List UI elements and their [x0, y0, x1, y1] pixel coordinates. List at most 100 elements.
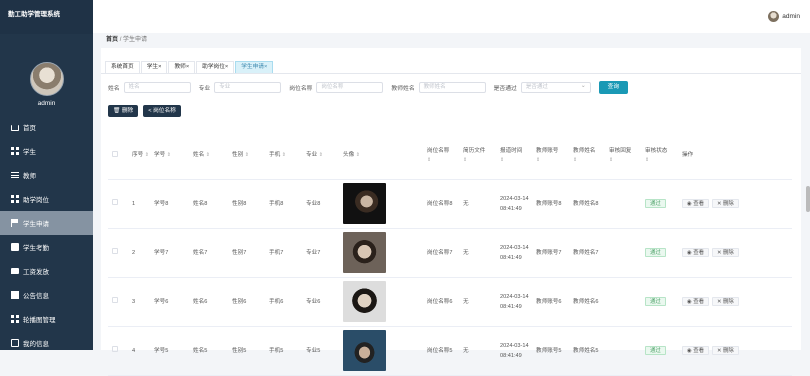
row-select-cell[interactable]: [108, 228, 128, 278]
select-all-checkbox[interactable]: [112, 150, 118, 157]
filter-bar: 姓名 姓名 专业 专业 岗位名称 岗位名称 教师姓名 教师姓名 是否通过 是否通…: [101, 76, 801, 98]
view-button[interactable]: ◉ 查看: [682, 345, 709, 355]
col-header[interactable]: 头像 ⇕: [339, 133, 423, 180]
home-icon: [11, 125, 19, 131]
action-bar: 🗑 删除 < 岗位名称: [101, 100, 801, 122]
pass-select[interactable]: 是否通过: [520, 81, 591, 93]
cell-name: 姓名7: [189, 228, 228, 278]
cell-student-id: 学号6: [150, 277, 189, 327]
delete-row-button[interactable]: ✕ 删除: [712, 345, 739, 355]
cell-post: 岗位名称7: [423, 228, 459, 278]
cell-time: 2024-03-14 08:41:49: [496, 179, 532, 229]
cell-phone: 手机8: [265, 179, 302, 229]
sidebar-item-teacher[interactable]: 教师: [0, 163, 93, 187]
cell-reply: [605, 277, 641, 327]
breadcrumb-home[interactable]: 首页: [106, 37, 118, 43]
row-checkbox[interactable]: [112, 198, 118, 205]
col-header[interactable]: 教师账号 ⇕: [532, 133, 569, 180]
sidebar-menu: 首页 学生 教师 助学岗位 学生申请 学生考勤 工资发放 公告信息 轮播图管理 …: [0, 115, 93, 355]
message-icon: [11, 268, 19, 274]
col-header[interactable]: 手机 ⇕: [265, 133, 302, 180]
topbar: admin: [93, 0, 810, 33]
cell-phone: 手机5: [265, 326, 302, 376]
table-header-row: 序号 ⇕ 学号 ⇕ 姓名 ⇕ 性别 ⇕ 手机 ⇕ 专业 ⇕ 头像 ⇕ 岗位名称 ⇕…: [108, 133, 792, 180]
cell-resume: 无: [459, 228, 496, 278]
student-photo[interactable]: [343, 232, 386, 273]
sidebar-item-student[interactable]: 学生: [0, 139, 93, 163]
student-photo[interactable]: [343, 183, 386, 224]
name-input[interactable]: 姓名: [123, 81, 191, 93]
cell-photo: [339, 228, 423, 278]
select-all-cell[interactable]: [108, 133, 128, 180]
col-header[interactable]: 报道时间 ⇕: [496, 133, 532, 180]
col-header[interactable]: 审核状态 ⇕: [641, 133, 678, 180]
sidebar-item-salary[interactable]: 工资发放: [0, 259, 93, 283]
status-badge: 通过: [645, 198, 666, 208]
tab-application[interactable]: 学生申请×: [235, 61, 274, 73]
row-checkbox[interactable]: [112, 345, 118, 352]
post-input[interactable]: 岗位名称: [316, 81, 384, 93]
cell-actions: ◉ 查看 ✕ 删除: [678, 179, 792, 229]
row-checkbox[interactable]: [112, 247, 118, 254]
cell-gender: 性别7: [228, 228, 265, 278]
sidebar-item-carousel[interactable]: 轮播图管理: [0, 307, 93, 331]
grid-icon: [11, 195, 19, 203]
cell-teacher-account: 教师账号7: [532, 228, 569, 278]
view-button[interactable]: ◉ 查看: [682, 247, 709, 257]
delete-row-button[interactable]: ✕ 删除: [712, 296, 739, 306]
col-header[interactable]: 岗位名称 ⇕: [423, 133, 459, 180]
col-header[interactable]: 简历文件 ⇕: [459, 133, 496, 180]
view-button[interactable]: ◉ 查看: [682, 296, 709, 306]
cell-teacher-account: 教师账号5: [532, 326, 569, 376]
teacher-label: 教师姓名: [391, 85, 415, 92]
delete-row-button[interactable]: ✕ 删除: [712, 247, 739, 257]
cell-resume: 无: [459, 179, 496, 229]
cell-reply: [605, 228, 641, 278]
col-header: 序号 ⇕: [128, 133, 150, 180]
tab-student[interactable]: 学生×: [140, 61, 168, 73]
cell-gender: 性别8: [228, 179, 265, 229]
tab-post[interactable]: 助学岗位×: [196, 61, 235, 73]
row-select-cell[interactable]: [108, 277, 128, 327]
col-header[interactable]: 教师姓名 ⇕: [569, 133, 605, 180]
sidebar: 勤工助学管理系统 admin 首页 学生 教师 助学岗位 学生申请 学生考勤 工…: [0, 0, 93, 350]
post-stat-button[interactable]: < 岗位名称: [143, 105, 181, 117]
student-photo[interactable]: [343, 281, 386, 322]
cell-major: 专业7: [302, 228, 339, 278]
tab-teacher[interactable]: 教师×: [168, 61, 196, 73]
teacher-input[interactable]: 教师姓名: [418, 81, 486, 93]
row-select-cell[interactable]: [108, 326, 128, 376]
cell-status: 通过: [641, 228, 678, 278]
cell-teacher-account: 教师账号6: [532, 277, 569, 327]
row-select-cell[interactable]: [108, 179, 128, 229]
view-button[interactable]: ◉ 查看: [682, 198, 709, 208]
col-header[interactable]: 审核回复 ⇕: [605, 133, 641, 180]
col-header[interactable]: 专业 ⇕: [302, 133, 339, 180]
delete-row-button[interactable]: ✕ 删除: [712, 198, 739, 208]
col-header[interactable]: 性别 ⇕: [228, 133, 265, 180]
cell-photo: [339, 179, 423, 229]
user-menu[interactable]: admin: [768, 11, 800, 22]
col-header[interactable]: 学号 ⇕: [150, 133, 189, 180]
sidebar-item-post[interactable]: 助学岗位: [0, 187, 93, 211]
breadcrumb: 首页 / 学生申请: [101, 33, 801, 48]
avatar[interactable]: [29, 62, 64, 96]
search-button[interactable]: 查询: [598, 80, 628, 94]
sidebar-item-application[interactable]: 学生申请: [0, 211, 93, 235]
cell-resume: 无: [459, 277, 496, 327]
delete-button[interactable]: 🗑 删除: [108, 105, 139, 117]
cell-time: 2024-03-14 08:41:49: [496, 228, 532, 278]
row-checkbox[interactable]: [112, 296, 118, 303]
sidebar-item-home[interactable]: 首页: [0, 115, 93, 139]
tab-home[interactable]: 系统首页: [105, 61, 140, 73]
sidebar-item-profile[interactable]: 我的信息: [0, 331, 93, 355]
sidebar-item-attendance[interactable]: 学生考勤: [0, 235, 93, 259]
student-photo[interactable]: [343, 330, 386, 371]
delete-label: 删除: [121, 108, 134, 114]
cell-actions: ◉ 查看 ✕ 删除: [678, 326, 792, 376]
sidebar-item-notice[interactable]: 公告信息: [0, 283, 93, 307]
col-header[interactable]: 姓名 ⇕: [189, 133, 228, 180]
major-input[interactable]: 专业: [214, 81, 282, 93]
scrollbar-thumb[interactable]: [806, 186, 810, 212]
cell-status: 通过: [641, 277, 678, 327]
